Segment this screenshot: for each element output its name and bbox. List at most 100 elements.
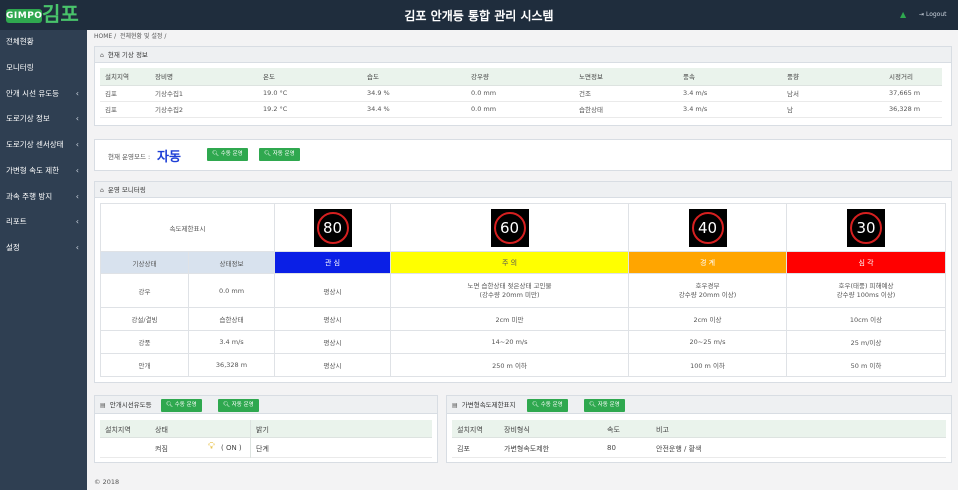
breadcrumb-current[interactable]: 전체현황 및 설정 [120,33,162,40]
column-header: 설치지역 [457,426,483,434]
speed-limit-label: 속도제한표시 [101,204,275,252]
top-header: GIMPO 김포 김포 안개등 통합 관리 시스템 ▲ ⇥ Logout [0,0,958,30]
fog-auto-button[interactable]: 🔍︎ 자동 운영 [218,399,259,412]
sidebar-item-road-weather[interactable]: 도로기상 정보 ‹ [0,109,87,129]
sidebar-item-monitoring[interactable]: 모니터링 [0,58,87,78]
breadcrumb: HOME / 전체현황 및 설정 / [94,33,167,40]
condition-cell: 2cm 미만 [391,308,629,331]
condition-name: 강설/결빙 [101,308,189,331]
speed-manual-button[interactable]: 🔍︎ 수동 운영 [527,399,568,412]
mode-panel: 현재 운영모드 : 자동 🔍︎ 수동 운영 🔍︎ 자동 운영 [94,139,952,171]
breadcrumb-home[interactable]: HOME [94,33,112,40]
sidebar-item-report[interactable]: 리포트 ‹ [0,212,87,232]
search-icon: 🔍︎ [532,402,539,408]
sidebar-item-variable-speed[interactable]: 가변형 속도 제한 ‹ [0,161,87,181]
chevron-left-icon: ‹ [75,192,79,201]
search-icon: 🔍︎ [223,402,230,408]
chevron-left-icon: ‹ [75,140,79,149]
logout-button[interactable]: ⇥ Logout [919,11,947,18]
chevron-left-icon: ‹ [75,166,79,175]
table-row: 켜짐 💡︎ ( ON ) 단계 [100,438,432,458]
speed-sign-cell: 80 [275,204,391,252]
table-header-row: 설치지역 장비형식 속도 비고 [452,420,946,438]
monitoring-title: 운영 모니터링 [107,186,146,194]
app-title: 김포 안개등 통합 관리 시스템 [404,9,554,23]
condition-status: 36,328 m [189,354,275,377]
manual-mode-button[interactable]: 🔍︎ 수동 운영 [207,148,248,161]
search-icon: 🔍︎ [589,402,596,408]
column-header: 장비형식 [504,426,530,434]
panel-header: ▤ 가변형속도제한표지 [447,396,951,414]
chevron-left-icon: ‹ [75,243,79,252]
weather-title: 현재 기상 정보 [107,51,148,59]
footer-copyright: © 2018 [94,478,120,486]
column-header: 풍향 [782,68,884,86]
fog-lights-table: 설치지역 상태 밝기 켜짐 💡︎ ( ON ) 단계 [100,420,432,460]
home-icon: ⌂ [100,52,104,59]
search-icon: 🔍︎ [166,402,173,408]
speed-signs-panel: ▤ 가변형속도제한표지 🔍︎ 수동 운영 🔍︎ 자동 운영 설치지역 장비형식 … [446,395,952,463]
condition-name: 안개 [101,354,189,377]
panel-header: ▤ 안개시선유도등 [95,396,437,414]
table-row: 김포 기상수집2 19.2 °C 34.4 % 0.0 mm 습한상태 3.4 … [100,101,942,118]
speed-sign-value: 80 [316,211,349,244]
fog-light-on-text: ( ON ) [221,444,242,452]
sidebar-item-sensor-status[interactable]: 도로기상 센서상태 ‹ [0,135,87,155]
sidebar-item-speeding-prevention[interactable]: 과속 주행 방지 ‹ [0,187,87,207]
column-header: 장비명 [150,68,258,86]
column-header: 기상상태 [101,252,189,274]
panel-header: ⌂ 운영 모니터링 [95,182,951,198]
condition-cell: 평상시 [275,274,391,308]
column-header: 비고 [656,426,669,434]
auto-mode-button[interactable]: 🔍︎ 자동 운영 [259,148,300,161]
speed-sign: 80 [313,208,352,247]
logout-label: Logout [925,11,947,18]
speed-sign-cell: 40 [629,204,787,252]
search-icon: 🔍︎ [212,151,219,157]
sidebar-item-overview[interactable]: 전체현황 [0,32,87,52]
condition-status: 습한상태 [189,308,275,331]
sidebar: 전체현황 모니터링 안개 시선 유도등 ‹ 도로기상 정보 ‹ 도로기상 센서상태 ‹… [0,30,87,490]
fog-manual-button[interactable]: 🔍︎ 수동 운영 [161,399,202,412]
panel-header: ⌂ 현재 기상 정보 [95,47,951,63]
home-icon: ⌂ [100,187,104,194]
condition-cell: 14~20 m/s [391,331,629,354]
speed-signs-title: 가변형속도제한표지 [461,401,516,409]
mode-value: 자동 [157,150,181,165]
chevron-left-icon: ‹ [75,217,79,226]
logout-icon: ⇥ [919,11,925,18]
condition-cell: 50 m 이하 [787,354,946,377]
speed-sign-value: 60 [493,211,526,244]
condition-cell: 25 m/이상 [787,331,946,354]
speed-sign-cell: 30 [787,204,946,252]
lightbulb-icon: 💡︎ [208,441,215,452]
table-row: 김포 기상수집1 19.0 °C 34.9 % 0.0 mm 건조 3.4 m/… [100,85,942,102]
column-header: 강우량 [466,68,574,86]
sidebar-item-settings[interactable]: 설정 ‹ [0,238,87,258]
home-icon[interactable]: ▲ [900,10,906,19]
column-divider [250,420,251,458]
column-header: 설치지역 [100,68,150,86]
level-header-caution: 관 심 [275,252,391,274]
chevron-left-icon: ‹ [75,89,79,98]
condition-cell: 250 m 이하 [391,354,629,377]
column-header: 밝기 [256,426,269,434]
speed-sign-value: 30 [850,211,882,244]
weather-panel: ⌂ 현재 기상 정보 설치지역 장비명 온도 습도 강우량 노면정보 풍속 풍향… [94,46,952,126]
condition-status: 3.4 m/s [189,331,275,354]
condition-name: 강우 [101,274,189,308]
fog-lights-title: 안개시선유도등 [109,401,152,409]
condition-cell: 20~25 m/s [629,331,787,354]
list-icon: ▤ [452,402,458,409]
speed-sign: 40 [688,208,727,247]
condition-cell: 2cm 이상 [629,308,787,331]
speed-auto-button[interactable]: 🔍︎ 자동 운영 [584,399,625,412]
speed-sign-value: 40 [691,211,724,244]
speed-sign: 30 [847,208,885,247]
column-header: 풍속 [678,68,782,86]
condition-cell: 평상시 [275,331,391,354]
sidebar-item-fog-guide-light[interactable]: 안개 시선 유도등 ‹ [0,84,87,104]
column-header: 속도 [607,426,620,434]
mode-label: 현재 운영모드 : [108,153,151,161]
level-header-warning: 주 의 [391,252,629,274]
